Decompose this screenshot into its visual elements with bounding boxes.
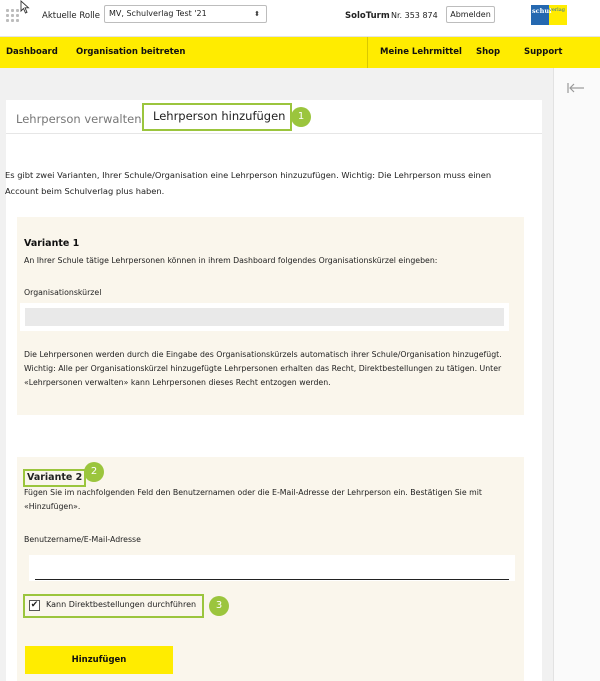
role-select[interactable]: MV, Schulverlag Test '21 ⬍ bbox=[104, 5, 267, 23]
app-grid-icon[interactable] bbox=[6, 9, 19, 22]
step-badge-2: 2 bbox=[84, 462, 104, 482]
main-card: Lehrperson verwalten Lehrperson hinzufüg… bbox=[5, 100, 542, 681]
variant-1-description: An Ihrer Schule tätige Lehrpersonen könn… bbox=[24, 256, 438, 265]
school-name: SoloTurm bbox=[345, 11, 390, 21]
username-email-input[interactable] bbox=[29, 555, 515, 581]
org-code-field bbox=[24, 307, 505, 327]
nav-shop[interactable]: Shop bbox=[476, 37, 500, 68]
main-nav: Dashboard Organisation beitreten Meine L… bbox=[0, 37, 600, 68]
direct-order-option: ✔ Kann Direktbestellungen durchführen bbox=[23, 594, 204, 618]
variant-2-title: Variante 2 bbox=[23, 469, 87, 487]
nav-divider bbox=[367, 37, 368, 68]
nav-my-materials[interactable]: Meine Lehrmittel bbox=[380, 37, 462, 68]
nav-join-organisation[interactable]: Organisation beitreten bbox=[76, 37, 186, 68]
tab-add-teacher[interactable]: Lehrperson hinzufügen bbox=[142, 103, 292, 131]
side-panel bbox=[553, 68, 600, 681]
customer-number: Nr. 353 874 bbox=[391, 11, 438, 20]
variant-1-title: Variante 1 bbox=[24, 238, 80, 249]
top-bar: Aktuelle Rolle MV, Schulverlag Test '21 … bbox=[0, 0, 600, 37]
add-teacher-button[interactable]: Hinzufügen bbox=[25, 646, 173, 674]
org-code-label: Organisationskürzel bbox=[24, 288, 102, 297]
direct-order-label[interactable]: Kann Direktbestellungen durchführen bbox=[46, 600, 196, 609]
tab-divider bbox=[6, 133, 542, 134]
mouse-cursor-icon bbox=[20, 0, 30, 14]
chevron-updown-icon: ⬍ bbox=[254, 10, 260, 18]
nav-dashboard[interactable]: Dashboard bbox=[6, 37, 58, 68]
role-select-value: MV, Schulverlag Test '21 bbox=[109, 9, 207, 18]
logout-button[interactable]: Abmelden bbox=[446, 6, 495, 23]
input-underline bbox=[35, 579, 509, 580]
tab-manage-teacher[interactable]: Lehrperson verwalten bbox=[16, 112, 142, 126]
logo-text-right: verlag bbox=[549, 7, 565, 13]
nav-support[interactable]: Support bbox=[524, 37, 562, 68]
role-label: Aktuelle Rolle bbox=[42, 11, 101, 21]
step-badge-1: 1 bbox=[291, 107, 311, 127]
variant-1-note: Die Lehrpersonen werden durch die Eingab… bbox=[24, 350, 502, 387]
intro-text: Es gibt zwei Varianten, Ihrer Schule/Org… bbox=[5, 170, 492, 196]
variant-2-description: Fügen Sie im nachfolgenden Feld den Benu… bbox=[24, 488, 482, 511]
collapse-panel-icon[interactable] bbox=[567, 82, 585, 94]
step-badge-3: 3 bbox=[209, 596, 229, 616]
username-email-label: Benutzername/E-Mail-Adresse bbox=[24, 535, 141, 544]
schulverlag-logo[interactable]: schul verlag bbox=[531, 5, 567, 25]
direct-order-checkbox[interactable]: ✔ bbox=[29, 600, 40, 611]
